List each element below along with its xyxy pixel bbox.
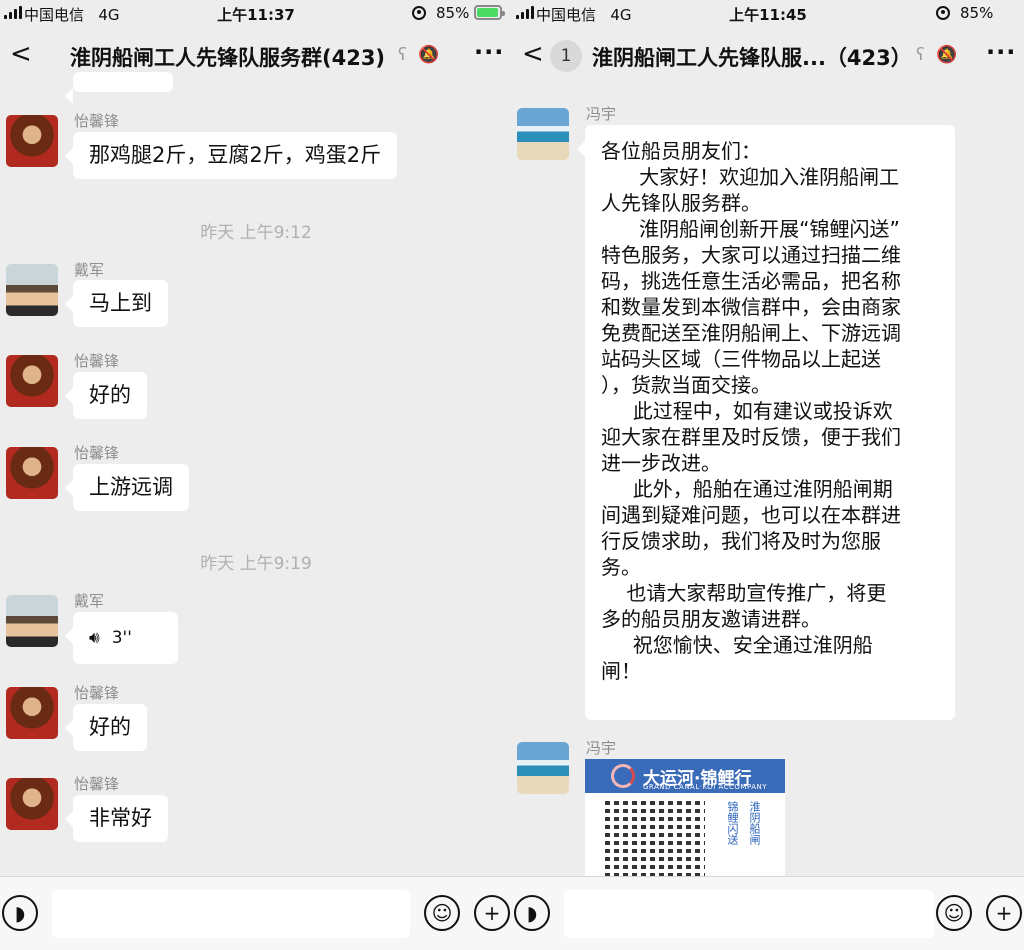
avatar[interactable] bbox=[517, 742, 569, 794]
announcement-line: 间遇到疑难问题，也可以在本群进 bbox=[601, 503, 901, 527]
card-header: 大运河·锦鲤行 GRAND CANAL·KOI ACCOMPANY bbox=[585, 759, 785, 793]
sender-name: 戴军 bbox=[74, 261, 105, 279]
sender-name: 怡馨锋 bbox=[74, 775, 120, 793]
emoji-button[interactable]: ☺ bbox=[936, 895, 972, 931]
left-chat-screen: 中国电信 4G 上午11:37 85% < 淮阴船闸工人先锋队服务群(423) … bbox=[0, 0, 512, 950]
announcement-bubble[interactable]: 各位船员朋友们： 大家好！欢迎加入淮阴船闸工 人先锋队服务群。 淮阴船闸创新开展“… bbox=[577, 125, 955, 720]
message-input[interactable] bbox=[564, 890, 934, 938]
vertical-text: 锦鲤闪送 bbox=[726, 801, 739, 845]
announcement-line: 祝您愉快、安全通过淮阴船 bbox=[601, 633, 873, 657]
status-bar: 中国电信 4G 上午11:45 85% bbox=[512, 0, 1024, 28]
sender-name: 怡馨锋 bbox=[74, 684, 120, 702]
mute-bell-icon: 🔕 bbox=[936, 45, 958, 65]
more-options-button[interactable]: ··· bbox=[474, 38, 504, 66]
ear-icon: ʕ bbox=[398, 45, 407, 65]
back-chevron-icon[interactable]: < bbox=[10, 40, 32, 68]
battery-percent: 85% bbox=[960, 4, 994, 22]
announcement-line: 也请大家帮助宣传推广，将更 bbox=[601, 581, 887, 605]
avatar[interactable] bbox=[6, 264, 58, 316]
avatar[interactable] bbox=[6, 447, 58, 499]
koi-logo-icon bbox=[611, 764, 635, 788]
avatar[interactable] bbox=[6, 778, 58, 830]
sender-name: 怡馨锋 bbox=[74, 352, 120, 370]
announcement-line: 进一步改进。 bbox=[601, 451, 721, 475]
back-chevron-icon[interactable]: < bbox=[522, 40, 544, 68]
announcement-line: 闸！ bbox=[601, 659, 641, 683]
message-bubble[interactable]: 上游远调 bbox=[65, 464, 189, 511]
plus-button[interactable]: + bbox=[474, 895, 510, 931]
message-bubble-clipped bbox=[65, 72, 173, 104]
announcement-line: 站码头区域（三件物品以上起送 bbox=[601, 347, 881, 371]
unread-badge: 1 bbox=[550, 40, 582, 72]
ear-icon: ʕ bbox=[916, 45, 925, 65]
sender-name: 冯宇 bbox=[586, 105, 617, 123]
timestamp: 昨天 上午9:12 bbox=[200, 223, 312, 243]
announcement-line: 行反馈求助，我们将及时为您服 bbox=[601, 529, 881, 553]
input-toolbar: ◗ ☺ + bbox=[0, 876, 512, 950]
message-input[interactable] bbox=[52, 890, 410, 938]
emoji-button[interactable]: ☺ bbox=[424, 895, 460, 931]
voice-input-button[interactable]: ◗ bbox=[2, 895, 38, 931]
voice-message-bubble[interactable]: 🔊︎ 3'' bbox=[65, 612, 178, 664]
announcement-line: 码，挑选任意生活必需品，把名称 bbox=[601, 269, 901, 293]
avatar[interactable] bbox=[6, 115, 58, 167]
more-options-button[interactable]: ··· bbox=[986, 38, 1016, 66]
announcement-line: 大家好！欢迎加入淮阴船闸工 bbox=[601, 165, 900, 189]
announcement-line: 淮阴船闸创新开展“锦鲤闪送” bbox=[601, 217, 900, 241]
announcement-line: 特色服务，大家可以通过扫描二维 bbox=[601, 243, 901, 267]
sender-name: 戴军 bbox=[74, 592, 105, 610]
voice-duration: 3'' bbox=[111, 627, 132, 648]
message-bubble[interactable]: 好的 bbox=[65, 372, 147, 419]
announcement-line: 务。 bbox=[601, 555, 641, 579]
message-bubble[interactable]: 马上到 bbox=[65, 280, 168, 327]
message-bubble[interactable]: 好的 bbox=[65, 704, 147, 751]
battery-icon bbox=[474, 5, 505, 20]
battery-percent: 85% bbox=[436, 4, 470, 22]
timestamp: 昨天 上午9:19 bbox=[200, 554, 312, 574]
message-bubble[interactable]: 那鸡腿2斤，豆腐2斤，鸡蛋2斤 bbox=[64, 132, 398, 179]
plus-button[interactable]: + bbox=[986, 895, 1022, 931]
image-message[interactable]: 大运河·锦鲤行 GRAND CANAL·KOI ACCOMPANY 锦鲤闪送 淮… bbox=[585, 759, 785, 879]
right-chat-screen: 中国电信 4G 上午11:45 85% < 1 淮阴船闸工人先锋队服...（42… bbox=[512, 0, 1024, 950]
announcement-line: 免费配送至淮阴船闸上、下游远调 bbox=[601, 321, 901, 345]
announcement-line: 人先锋队服务群。 bbox=[601, 191, 761, 215]
card-subtitle: GRAND CANAL·KOI ACCOMPANY bbox=[643, 783, 768, 791]
vertical-text: 淮阴船闸 bbox=[748, 801, 761, 845]
announcement-line: 此外，船舶在通过淮阴船闸期 bbox=[601, 477, 893, 501]
sender-name: 冯宇 bbox=[586, 739, 617, 757]
announcement-line: 此过程中，如有建议或投诉欢 bbox=[601, 399, 893, 423]
voice-input-button[interactable]: ◗ bbox=[514, 895, 550, 931]
orientation-lock-icon bbox=[936, 6, 950, 20]
mute-bell-icon: 🔕 bbox=[418, 45, 440, 65]
avatar[interactable] bbox=[517, 108, 569, 160]
announcement-line: ），货款当面交接。 bbox=[601, 373, 771, 397]
announcement-line: 各位船员朋友们： bbox=[601, 139, 761, 163]
sender-name: 怡馨锋 bbox=[74, 112, 120, 130]
chat-header: < 1 淮阴船闸工人先锋队服...（423） ʕ 🔕 ··· bbox=[512, 28, 1024, 82]
group-title: 淮阴船闸工人先锋队服务群(423) bbox=[70, 46, 386, 70]
qr-code bbox=[605, 801, 705, 879]
status-bar: 中国电信 4G 上午11:37 85% bbox=[0, 0, 512, 28]
group-title: 淮阴船闸工人先锋队服...（423） bbox=[592, 46, 912, 70]
announcement-line: 多的船员朋友邀请进群。 bbox=[601, 607, 821, 631]
avatar[interactable] bbox=[6, 687, 58, 739]
voice-wave-icon: 🔊︎ bbox=[89, 627, 100, 648]
avatar[interactable] bbox=[6, 595, 58, 647]
announcement-line: 和数量发到本微信群中，会由商家 bbox=[601, 295, 901, 319]
message-bubble[interactable]: 非常好 bbox=[65, 795, 168, 842]
input-toolbar: ◗ ☺ + bbox=[512, 876, 1024, 950]
avatar[interactable] bbox=[6, 355, 58, 407]
announcement-line: 迎大家在群里及时反馈，便于我们 bbox=[601, 425, 901, 449]
sender-name: 怡馨锋 bbox=[74, 444, 120, 462]
orientation-lock-icon bbox=[412, 6, 426, 20]
